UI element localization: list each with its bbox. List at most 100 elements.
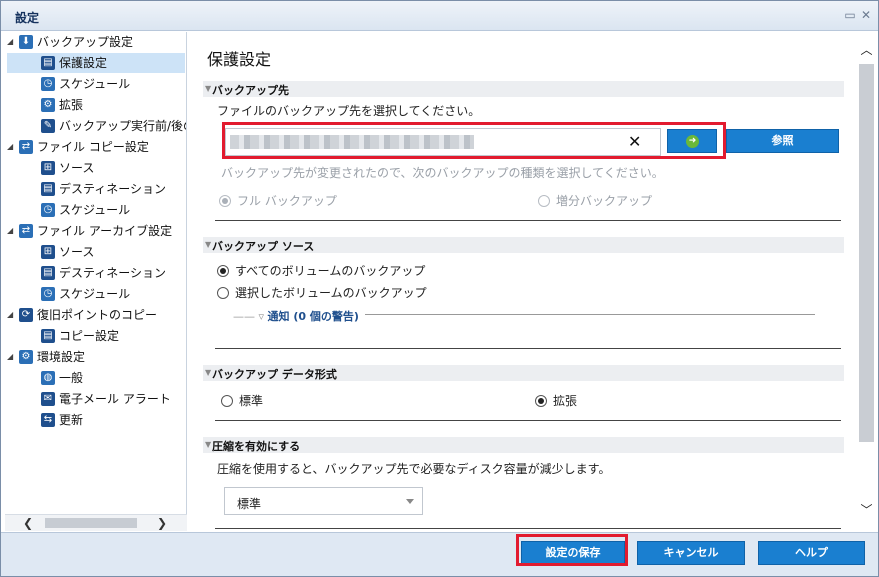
- scrollbar-thumb[interactable]: [859, 64, 874, 442]
- tree-item-copy-schedule[interactable]: ◷ スケジュール: [39, 200, 130, 220]
- tree-item-copy-settings[interactable]: ▤ コピー設定: [39, 326, 119, 346]
- destination-icon: ▤: [41, 182, 55, 196]
- select-value: 標準: [237, 497, 262, 511]
- tree-item-advanced[interactable]: ⚙ 拡張: [39, 95, 83, 115]
- tree-item-archive-destination[interactable]: ▤ デスティネーション: [39, 263, 166, 283]
- radio-label: 選択したボリュームのバックアップ: [235, 286, 427, 300]
- tree-item-schedule[interactable]: ◷ スケジュール: [39, 74, 130, 94]
- general-icon: ◍: [41, 371, 55, 385]
- collapse-icon[interactable]: ◢: [7, 305, 17, 325]
- destination-input[interactable]: ✕: [225, 128, 661, 156]
- radio-label: すべてのボリュームのバックアップ: [235, 264, 426, 278]
- email-icon: ✉: [41, 392, 55, 406]
- scrollbar-thumb[interactable]: [45, 518, 137, 528]
- source-icon: ⊞: [41, 245, 55, 259]
- tree-item-label: 環境設定: [37, 350, 86, 364]
- tree-item-label: 保護設定: [59, 56, 108, 70]
- copy-settings-icon: ▤: [41, 329, 55, 343]
- section-backup-format[interactable]: ▼ バックアップ データ形式: [203, 365, 844, 381]
- tree-item-archive-schedule[interactable]: ◷ スケジュール: [39, 284, 130, 304]
- title-bar: 設定 ▭ ✕: [1, 1, 878, 31]
- radio-dot: [535, 395, 547, 407]
- radio-label: 増分バックアップ: [556, 194, 653, 208]
- notice-link[interactable]: 通知 (0 個の警告): [268, 310, 359, 323]
- notice-dash: —— ▿: [233, 310, 268, 323]
- tree-item-protection[interactable]: ▤ 保護設定: [7, 53, 185, 73]
- tree-item-label: バックアップ実行前/後の: [59, 119, 187, 133]
- scroll-up-icon[interactable]: ︿: [858, 42, 875, 58]
- restore-icon[interactable]: ▭: [843, 8, 857, 22]
- collapse-icon[interactable]: ▼: [205, 240, 211, 249]
- tree-item-label: 復旧ポイントのコピー: [37, 308, 158, 322]
- radio-label: フル バックアップ: [237, 194, 337, 208]
- section-compression[interactable]: ▼ 圧縮を有効にする: [203, 437, 844, 453]
- radio-label: 拡張: [553, 394, 578, 408]
- scroll-down-icon[interactable]: ﹀: [858, 502, 875, 518]
- save-settings-button[interactable]: 設定の保存: [521, 541, 625, 565]
- source-icon: ⊞: [41, 161, 55, 175]
- divider: [215, 528, 841, 529]
- compression-select[interactable]: 標準: [224, 487, 423, 515]
- selected-volumes-radio[interactable]: 選択したボリュームのバックアップ: [217, 284, 427, 301]
- update-icon: ⇆: [41, 413, 55, 427]
- tree-item-label: ソース: [59, 161, 95, 175]
- scroll-left-icon[interactable]: ❮: [21, 516, 35, 530]
- tree-item-pre-post-backup[interactable]: ✎ バックアップ実行前/後の: [39, 116, 187, 136]
- divider: [215, 220, 841, 221]
- schedule-icon: ◷: [41, 77, 55, 91]
- tree-item-copy-source[interactable]: ⊞ ソース: [39, 158, 94, 178]
- destination-icon: ▤: [41, 266, 55, 280]
- section-header: バックアップ ソース: [212, 240, 315, 253]
- schedule-icon: ◷: [41, 203, 55, 217]
- collapse-icon[interactable]: ◢: [7, 347, 17, 367]
- divider: [215, 348, 841, 349]
- tree-item-preferences[interactable]: ◢ ⚙ 環境設定: [7, 347, 85, 367]
- browse-button[interactable]: 参照: [726, 129, 839, 153]
- incremental-backup-radio[interactable]: 増分バックアップ: [538, 192, 652, 209]
- cancel-button[interactable]: キャンセル: [637, 541, 745, 565]
- close-icon[interactable]: ✕: [859, 8, 873, 22]
- scroll-right-icon[interactable]: ❯: [155, 516, 169, 530]
- file-archive-icon: ⇄: [19, 224, 33, 238]
- tree-item-label: ファイル コピー設定: [37, 140, 149, 154]
- section-backup-source[interactable]: ▼ バックアップ ソース: [203, 237, 844, 253]
- window-title: 設定: [15, 11, 40, 25]
- tree-item-label: スケジュール: [59, 287, 131, 301]
- radio-dot: [221, 395, 233, 407]
- sidebar-horizontal-scrollbar[interactable]: ❮ ❯: [5, 514, 187, 531]
- tree-item-archive-source[interactable]: ⊞ ソース: [39, 242, 94, 262]
- tree-item-recovery-point-copy[interactable]: ◢ ⟳ 復旧ポイントのコピー: [7, 305, 157, 325]
- tree-item-updates[interactable]: ⇆ 更新: [39, 410, 83, 430]
- tree-item-label: 更新: [59, 413, 84, 427]
- tree-item-file-archive-settings[interactable]: ◢ ⇄ ファイル アーカイブ設定: [7, 221, 172, 241]
- full-backup-radio[interactable]: フル バックアップ: [219, 192, 337, 209]
- tree-item-backup-settings[interactable]: ◢ ⬇ バックアップ設定: [7, 32, 133, 52]
- tree-item-label: 拡張: [59, 98, 84, 112]
- collapse-icon[interactable]: ◢: [7, 32, 17, 52]
- tree-item-file-copy-settings[interactable]: ◢ ⇄ ファイル コピー設定: [7, 137, 149, 157]
- radio-label: 標準: [239, 394, 264, 408]
- help-button[interactable]: ヘルプ: [758, 541, 865, 565]
- notice-divider: [365, 314, 815, 315]
- collapse-icon[interactable]: ◢: [7, 137, 17, 157]
- notice-toggle[interactable]: —— ▿ 通知 (0 個の警告): [233, 308, 359, 324]
- compression-description: 圧縮を使用すると、バックアップ先で必要なディスク容量が減少します。: [217, 462, 611, 476]
- tree-item-label: コピー設定: [59, 329, 120, 343]
- radio-dot: [538, 195, 550, 207]
- tree-item-copy-destination[interactable]: ▤ デスティネーション: [39, 179, 166, 199]
- all-volumes-radio[interactable]: すべてのボリュームのバックアップ: [217, 262, 425, 279]
- clear-icon[interactable]: ✕: [628, 132, 641, 151]
- section-backup-destination[interactable]: ▼ バックアップ先: [203, 81, 844, 97]
- go-button[interactable]: ➜: [667, 129, 717, 153]
- collapse-icon[interactable]: ▼: [205, 368, 211, 377]
- collapse-icon[interactable]: ▼: [205, 440, 211, 449]
- collapse-icon[interactable]: ▼: [205, 84, 211, 93]
- format-extended-radio[interactable]: 拡張: [535, 392, 577, 409]
- tree-item-email-alerts[interactable]: ✉ 電子メール アラート: [39, 389, 171, 409]
- tree-item-general[interactable]: ◍ 一般: [39, 368, 83, 388]
- tree-item-label: デスティネーション: [59, 182, 167, 196]
- content-vertical-scrollbar[interactable]: ︿ ﹀: [858, 42, 875, 519]
- collapse-icon[interactable]: ◢: [7, 221, 17, 241]
- format-standard-radio[interactable]: 標準: [221, 392, 263, 409]
- radio-dot: [217, 287, 229, 299]
